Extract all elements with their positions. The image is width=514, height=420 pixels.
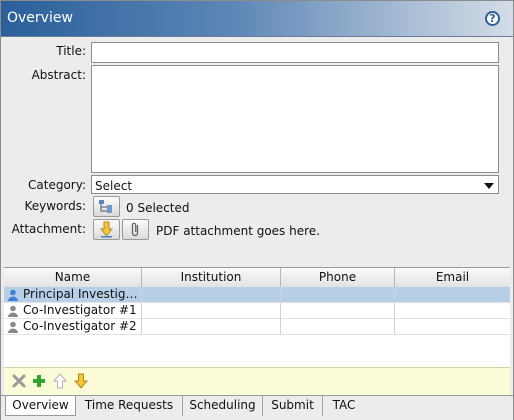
keywords-label: Keywords: xyxy=(24,199,86,213)
category-value: Select xyxy=(95,179,133,193)
investigator-name: Co-Investigator #1 xyxy=(23,303,137,317)
cell-phone[interactable] xyxy=(281,319,395,335)
attachment-status: PDF attachment goes here. xyxy=(156,224,320,238)
chevron-down-icon xyxy=(484,183,494,189)
column-header-phone[interactable]: Phone xyxy=(281,268,395,287)
remove-icon[interactable] xyxy=(11,373,27,389)
title-label: Title: xyxy=(56,44,86,58)
cell-name[interactable]: Principal Investiga... xyxy=(4,287,142,303)
attachment-download-button[interactable] xyxy=(93,219,120,240)
column-header-name[interactable]: Name xyxy=(4,268,142,287)
cell-institution[interactable] xyxy=(142,319,281,335)
cell-name[interactable]: Co-Investigator #1 xyxy=(4,303,142,319)
cell-email[interactable] xyxy=(395,287,510,303)
cell-phone[interactable] xyxy=(281,287,395,303)
column-header-email[interactable]: Email xyxy=(395,268,510,287)
investigator-name: Co-Investigator #2 xyxy=(23,319,137,333)
investigators-toolbar xyxy=(4,367,510,395)
investigator-name: Principal Investiga... xyxy=(23,287,141,301)
proposal-editor-panel: Overview ? Title: Abstract: Category: Se… xyxy=(0,0,514,420)
table-row[interactable]: Principal Investiga... xyxy=(4,287,510,303)
category-select[interactable]: Select xyxy=(91,175,499,194)
person-gray-icon xyxy=(8,305,18,317)
table-row[interactable]: Co-Investigator #1 xyxy=(4,303,510,319)
column-header-institution[interactable]: Institution xyxy=(142,268,281,287)
category-label: Category: xyxy=(28,178,86,192)
keywords-button[interactable] xyxy=(93,196,120,217)
cell-email[interactable] xyxy=(395,319,510,335)
keywords-status: 0 Selected xyxy=(126,201,190,215)
cell-phone[interactable] xyxy=(281,303,395,319)
cell-email[interactable] xyxy=(395,303,510,319)
abstract-textarea[interactable] xyxy=(91,65,499,173)
abstract-label: Abstract: xyxy=(31,68,86,82)
download-arrow-icon xyxy=(99,221,114,238)
person-gray-icon xyxy=(8,321,18,333)
add-icon[interactable] xyxy=(31,373,47,389)
panel-title-bar: Overview ? xyxy=(1,1,513,37)
title-input[interactable] xyxy=(91,42,499,63)
investigators-table: Name Institution Phone Email Principal I… xyxy=(4,267,510,368)
person-blue-icon xyxy=(8,289,18,301)
cell-name[interactable]: Co-Investigator #2 xyxy=(4,319,142,335)
tab-time-requests[interactable]: Time Requests xyxy=(76,396,183,416)
tab-overview[interactable]: Overview xyxy=(5,396,76,416)
tab-submit[interactable]: Submit xyxy=(263,396,323,416)
table-header: Name Institution Phone Email xyxy=(4,268,510,288)
cell-institution[interactable] xyxy=(142,287,281,303)
tab-tac[interactable]: TAC xyxy=(323,396,365,416)
attach-file-button[interactable] xyxy=(122,219,149,240)
move-down-icon[interactable] xyxy=(73,373,89,389)
table-row[interactable]: Co-Investigator #2 xyxy=(4,319,510,335)
paperclip-icon xyxy=(131,222,139,237)
panel-title: Overview xyxy=(7,10,73,26)
tab-scheduling[interactable]: Scheduling xyxy=(183,396,263,416)
tab-bar: Overview Time Requests Scheduling Submit… xyxy=(1,395,513,420)
cell-institution[interactable] xyxy=(142,303,281,319)
attachment-label: Attachment: xyxy=(11,222,86,236)
help-icon[interactable]: ? xyxy=(485,11,500,26)
move-up-icon[interactable] xyxy=(52,373,68,389)
keywords-tree-icon xyxy=(99,200,112,213)
